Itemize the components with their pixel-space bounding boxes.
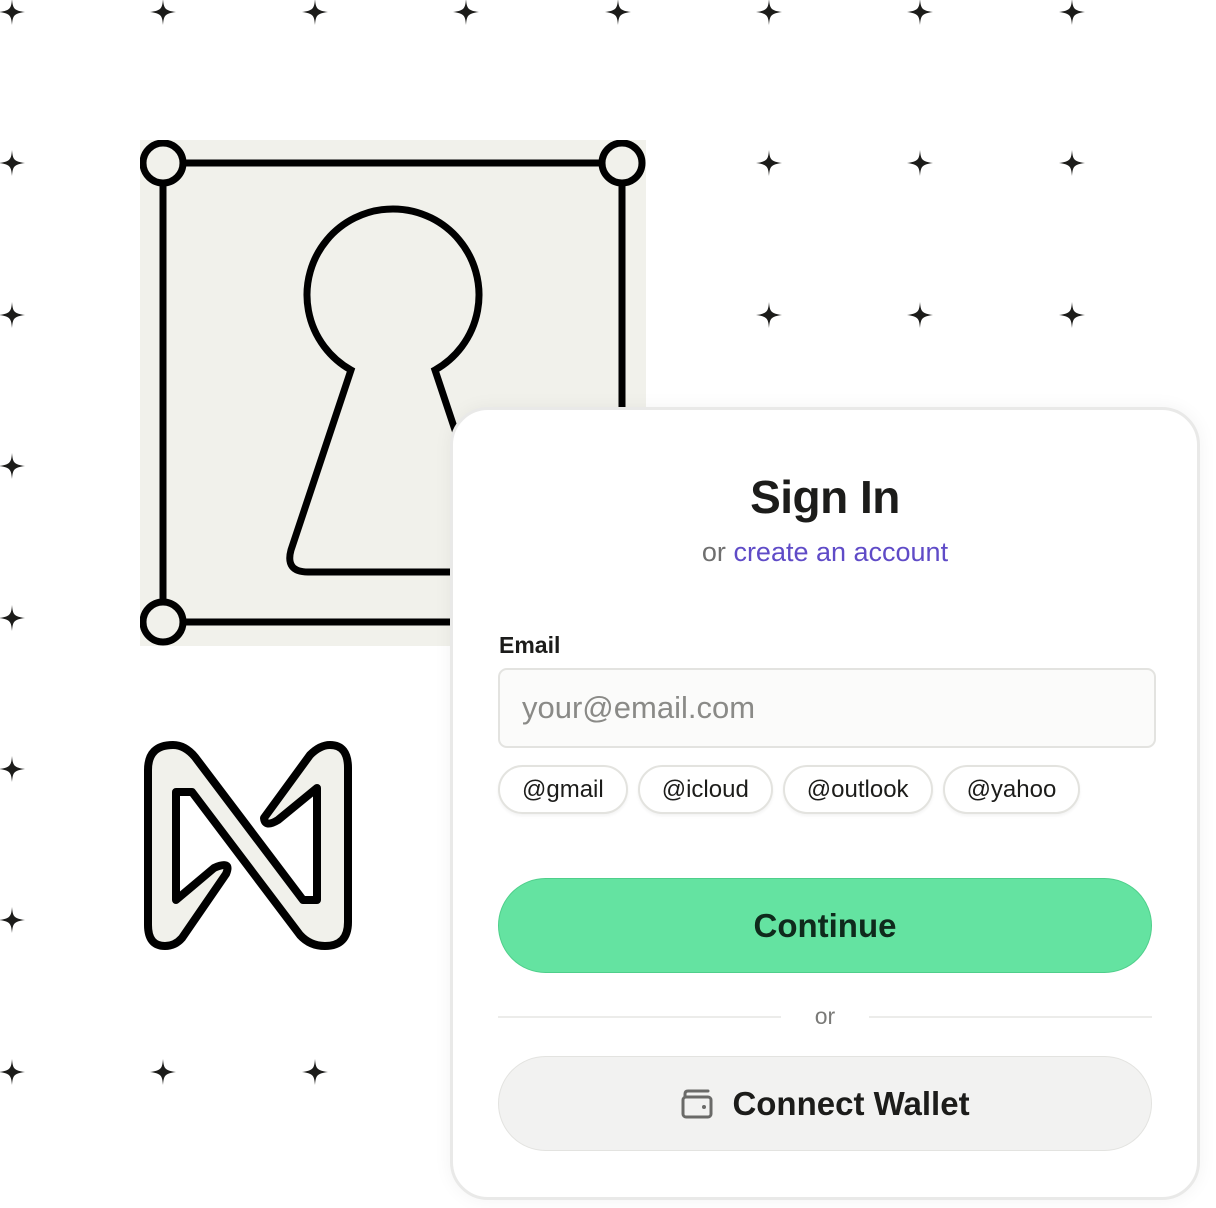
wallet-icon	[681, 1089, 713, 1118]
page-title: Sign In	[750, 471, 900, 523]
sparkle-star-icon	[0, 453, 25, 480]
sparkle-star-icon	[0, 0, 25, 25]
or-divider: or	[498, 1003, 1152, 1033]
chip-outlook[interactable]: @outlook	[782, 765, 933, 814]
near-logo-icon	[144, 741, 352, 950]
sparkle-star-icon	[453, 0, 480, 25]
sparkle-star-icon	[301, 1058, 328, 1085]
sparkle-star-icon	[0, 604, 25, 631]
chip-yahoo[interactable]: @yahoo	[942, 765, 1081, 814]
sparkle-star-icon	[0, 756, 25, 782]
connect-wallet-label: Connect Wallet	[732, 1084, 970, 1122]
sparkle-star-icon	[0, 1058, 25, 1085]
sparkle-star-icon	[1058, 0, 1085, 25]
sparkle-star-icon	[756, 301, 782, 328]
chip-icloud[interactable]: @icloud	[637, 765, 773, 814]
sign-in-card: Sign In or create an account Email @gmai…	[450, 407, 1200, 1200]
sparkle-star-icon	[907, 301, 934, 328]
email-input[interactable]	[498, 668, 1156, 748]
subtitle: or create an account	[453, 537, 1197, 568]
create-account-link[interactable]: create an account	[733, 537, 948, 567]
sparkle-star-icon	[1058, 150, 1085, 177]
sparkle-star-icon	[0, 907, 25, 934]
sparkle-star-icon	[756, 0, 782, 25]
sparkle-star-icon	[1058, 301, 1085, 328]
sparkle-star-icon	[604, 0, 631, 25]
email-label: Email	[499, 632, 561, 658]
divider-line-right	[869, 1016, 1152, 1018]
connect-wallet-button[interactable]: Connect Wallet	[498, 1056, 1152, 1151]
chip-gmail[interactable]: @gmail	[498, 765, 628, 814]
sparkle-star-icon	[150, 0, 177, 25]
sparkle-star-icon	[301, 0, 328, 25]
sparkle-star-icon	[0, 301, 25, 328]
sparkle-star-icon	[0, 150, 25, 177]
sparkle-star-icon	[907, 0, 934, 25]
sparkle-star-icon	[150, 1058, 177, 1085]
sparkle-star-icon	[907, 150, 934, 177]
subtitle-prefix: or	[701, 537, 726, 567]
email-domain-chips: @gmail @icloud @outlook @yahoo	[498, 765, 1081, 814]
continue-button[interactable]: Continue	[498, 878, 1152, 973]
sparkle-star-icon	[756, 150, 782, 177]
